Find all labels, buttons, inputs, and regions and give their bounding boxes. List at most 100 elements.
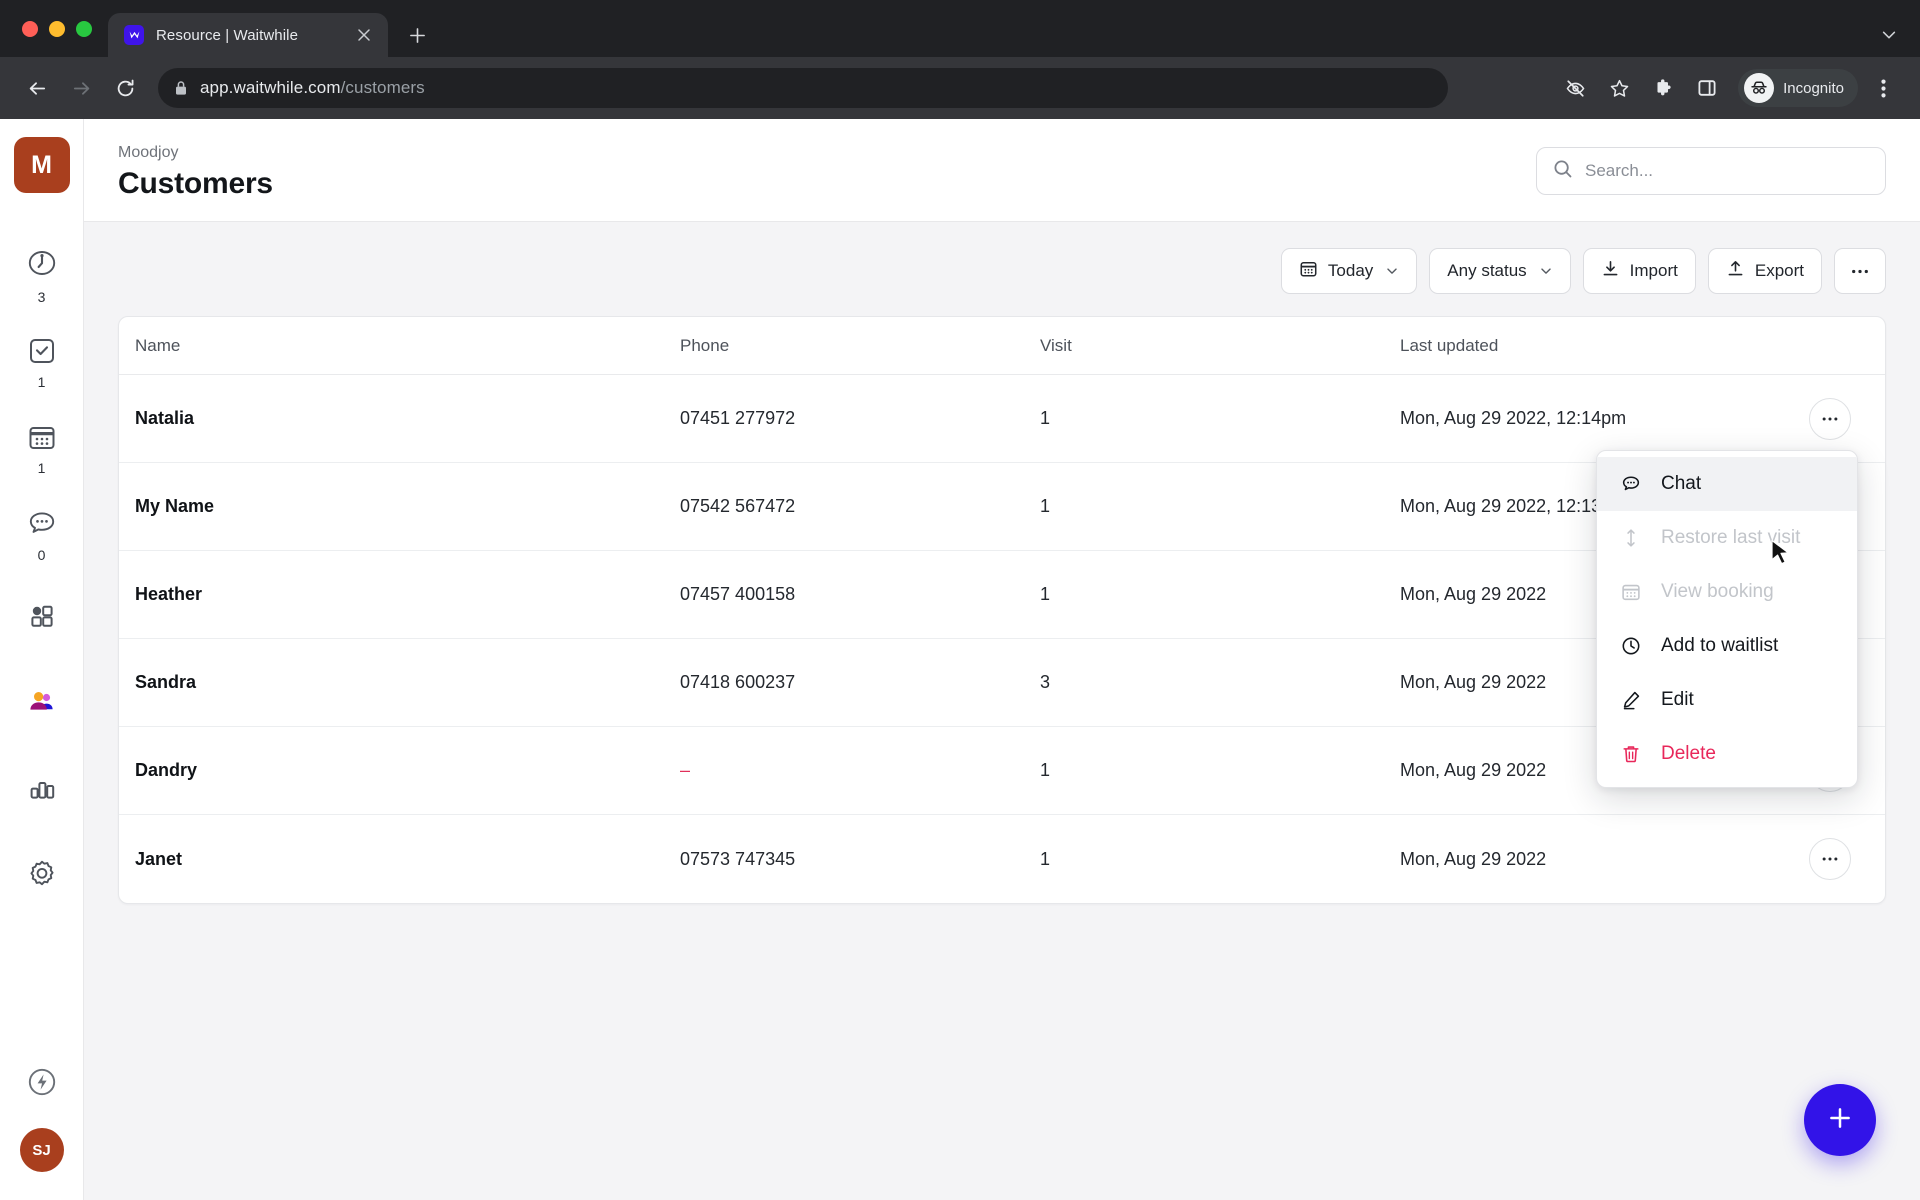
- trash-icon: [1619, 743, 1643, 765]
- context-menu-item-chat[interactable]: Chat: [1597, 457, 1857, 511]
- sidebar-nav: 3 1 1 0: [0, 233, 83, 921]
- back-icon[interactable]: [18, 69, 56, 107]
- more-options-button[interactable]: [1834, 248, 1886, 294]
- export-label: Export: [1754, 261, 1804, 280]
- bar-chart-icon: [26, 772, 58, 809]
- table-header-row: Name Phone Visit Last updated: [119, 317, 1885, 375]
- browser-tab[interactable]: Resource | Waitwhile: [108, 13, 388, 57]
- browser-toolbar: app.waitwhile.com/customers Incognito: [0, 57, 1920, 119]
- toolbar-icons: Incognito: [1556, 69, 1902, 107]
- context-menu-label: Chat: [1661, 473, 1702, 494]
- gear-icon: [25, 857, 59, 896]
- context-menu-item-delete[interactable]: Delete: [1597, 727, 1857, 781]
- workspace-logo[interactable]: M: [13, 137, 70, 193]
- column-header-name: Name: [135, 335, 181, 355]
- status-filter-button[interactable]: Any status: [1429, 248, 1571, 294]
- sidebar-item-settings[interactable]: [0, 835, 83, 921]
- eye-off-icon[interactable]: [1556, 69, 1594, 107]
- star-icon[interactable]: [1600, 69, 1638, 107]
- search-icon: [1553, 159, 1573, 184]
- cell-phone: 07418 600237: [680, 672, 796, 692]
- browser-menu-icon[interactable]: [1864, 69, 1902, 107]
- url-text: app.waitwhile.com/customers: [200, 78, 425, 97]
- export-button[interactable]: Export: [1707, 248, 1822, 294]
- browser-window: Resource | Waitwhile app.waitwhile.com/c: [0, 0, 1920, 1200]
- new-tab-button[interactable]: [400, 18, 434, 52]
- table-row[interactable]: Janet 07573 747345 1 Mon, Aug 29 2022: [119, 815, 1885, 903]
- context-menu-item-edit[interactable]: Edit: [1597, 673, 1857, 727]
- cell-phone: 07451 277972: [680, 408, 796, 428]
- cell-phone: 07573 747345: [680, 848, 796, 869]
- side-panel-icon[interactable]: [1688, 69, 1726, 107]
- cell-name: Heather: [135, 584, 203, 604]
- lightning-bolt-icon[interactable]: [25, 1065, 59, 1104]
- address-bar[interactable]: app.waitwhile.com/customers: [158, 68, 1448, 108]
- window-controls: [16, 0, 108, 57]
- grid-apps-icon: [27, 601, 57, 636]
- search-box[interactable]: [1536, 147, 1886, 195]
- sidebar-item-bookings[interactable]: 1: [0, 405, 83, 491]
- profile-label: Incognito: [1783, 79, 1844, 97]
- cell-visit: 1: [1040, 760, 1051, 780]
- sidebar-item-waitlist[interactable]: 3: [0, 233, 83, 319]
- cell-phone: 07457 400158: [680, 584, 796, 604]
- cell-updated: Mon, Aug 29 2022, 12:14pm: [1400, 408, 1627, 428]
- restore-arrows-icon: [1619, 527, 1643, 549]
- close-tab-button[interactable]: [352, 23, 376, 47]
- add-customer-fab[interactable]: [1804, 1084, 1876, 1156]
- cell-name: Natalia: [135, 408, 195, 428]
- cell-actions: [1775, 838, 1885, 880]
- sidebar-badge-bookings: 1: [37, 460, 46, 476]
- cell-visit: 1: [1040, 584, 1051, 604]
- check-box-icon: [26, 335, 58, 372]
- forward-icon[interactable]: [62, 69, 100, 107]
- cell-updated: Mon, Aug 29 2022: [1400, 848, 1547, 869]
- extensions-icon[interactable]: [1644, 69, 1682, 107]
- import-icon: [1601, 259, 1620, 283]
- table-toolbar: Today Any status Import Export: [118, 248, 1886, 294]
- import-button[interactable]: Import: [1582, 248, 1696, 294]
- sidebar-item-apps[interactable]: [0, 577, 83, 663]
- sidebar-item-messages[interactable]: 0: [0, 491, 83, 577]
- app-content: Moodjoy Customers Today: [84, 119, 1920, 1200]
- tab-strip: Resource | Waitwhile: [0, 0, 1920, 57]
- sidebar-item-customers[interactable]: [0, 663, 83, 749]
- chat-bubble-icon: [25, 506, 59, 545]
- page-title: Customers: [118, 167, 273, 200]
- context-menu-label: View booking: [1661, 581, 1774, 602]
- cell-visit: 3: [1040, 672, 1051, 692]
- lock-icon: [174, 80, 188, 96]
- sidebar-item-analytics[interactable]: [0, 749, 83, 835]
- context-menu-item-view-booking: View booking: [1597, 565, 1857, 619]
- reload-icon[interactable]: [106, 69, 144, 107]
- maximize-window-button[interactable]: [76, 20, 92, 37]
- search-input[interactable]: [1585, 161, 1869, 181]
- context-menu-item-add-to-waitlist[interactable]: Add to waitlist: [1597, 619, 1857, 673]
- import-label: Import: [1629, 261, 1678, 280]
- user-avatar[interactable]: SJ: [19, 1128, 64, 1172]
- sidebar-footer: SJ: [19, 1065, 64, 1200]
- context-menu-label: Edit: [1661, 689, 1694, 710]
- sidebar-badge-messages: 0: [37, 547, 46, 563]
- context-menu-item-restore-last-visit: Restore last visit: [1597, 511, 1857, 565]
- context-menu-label: Add to waitlist: [1661, 635, 1779, 656]
- page-heading-group: Moodjoy Customers: [118, 141, 273, 201]
- people-icon: [25, 685, 59, 724]
- calendar-icon: [1299, 259, 1318, 283]
- page-header: Moodjoy Customers: [84, 119, 1920, 222]
- chat-bubble-icon: [1619, 473, 1643, 495]
- profile-chip[interactable]: Incognito: [1738, 69, 1858, 107]
- cell-name: Janet: [135, 848, 183, 869]
- minimize-window-button[interactable]: [49, 20, 65, 37]
- app-viewport: M 3 1 1 0 SJ Moodjoy Customers Search...…: [0, 119, 1920, 1200]
- column-header-visit: Visit: [1040, 335, 1072, 355]
- close-window-button[interactable]: [22, 20, 38, 37]
- waitwhile-favicon-icon: [124, 25, 144, 45]
- row-menu-button[interactable]: [1809, 838, 1851, 880]
- status-filter-label: Any status: [1447, 261, 1527, 280]
- sidebar-item-checkin[interactable]: 1: [0, 319, 83, 405]
- tab-list-chevron-icon[interactable]: [1880, 26, 1898, 49]
- date-filter-button[interactable]: Today: [1280, 248, 1418, 294]
- row-menu-button[interactable]: [1809, 397, 1851, 440]
- customers-main: Today Any status Import Export Name Phon…: [84, 222, 1920, 1200]
